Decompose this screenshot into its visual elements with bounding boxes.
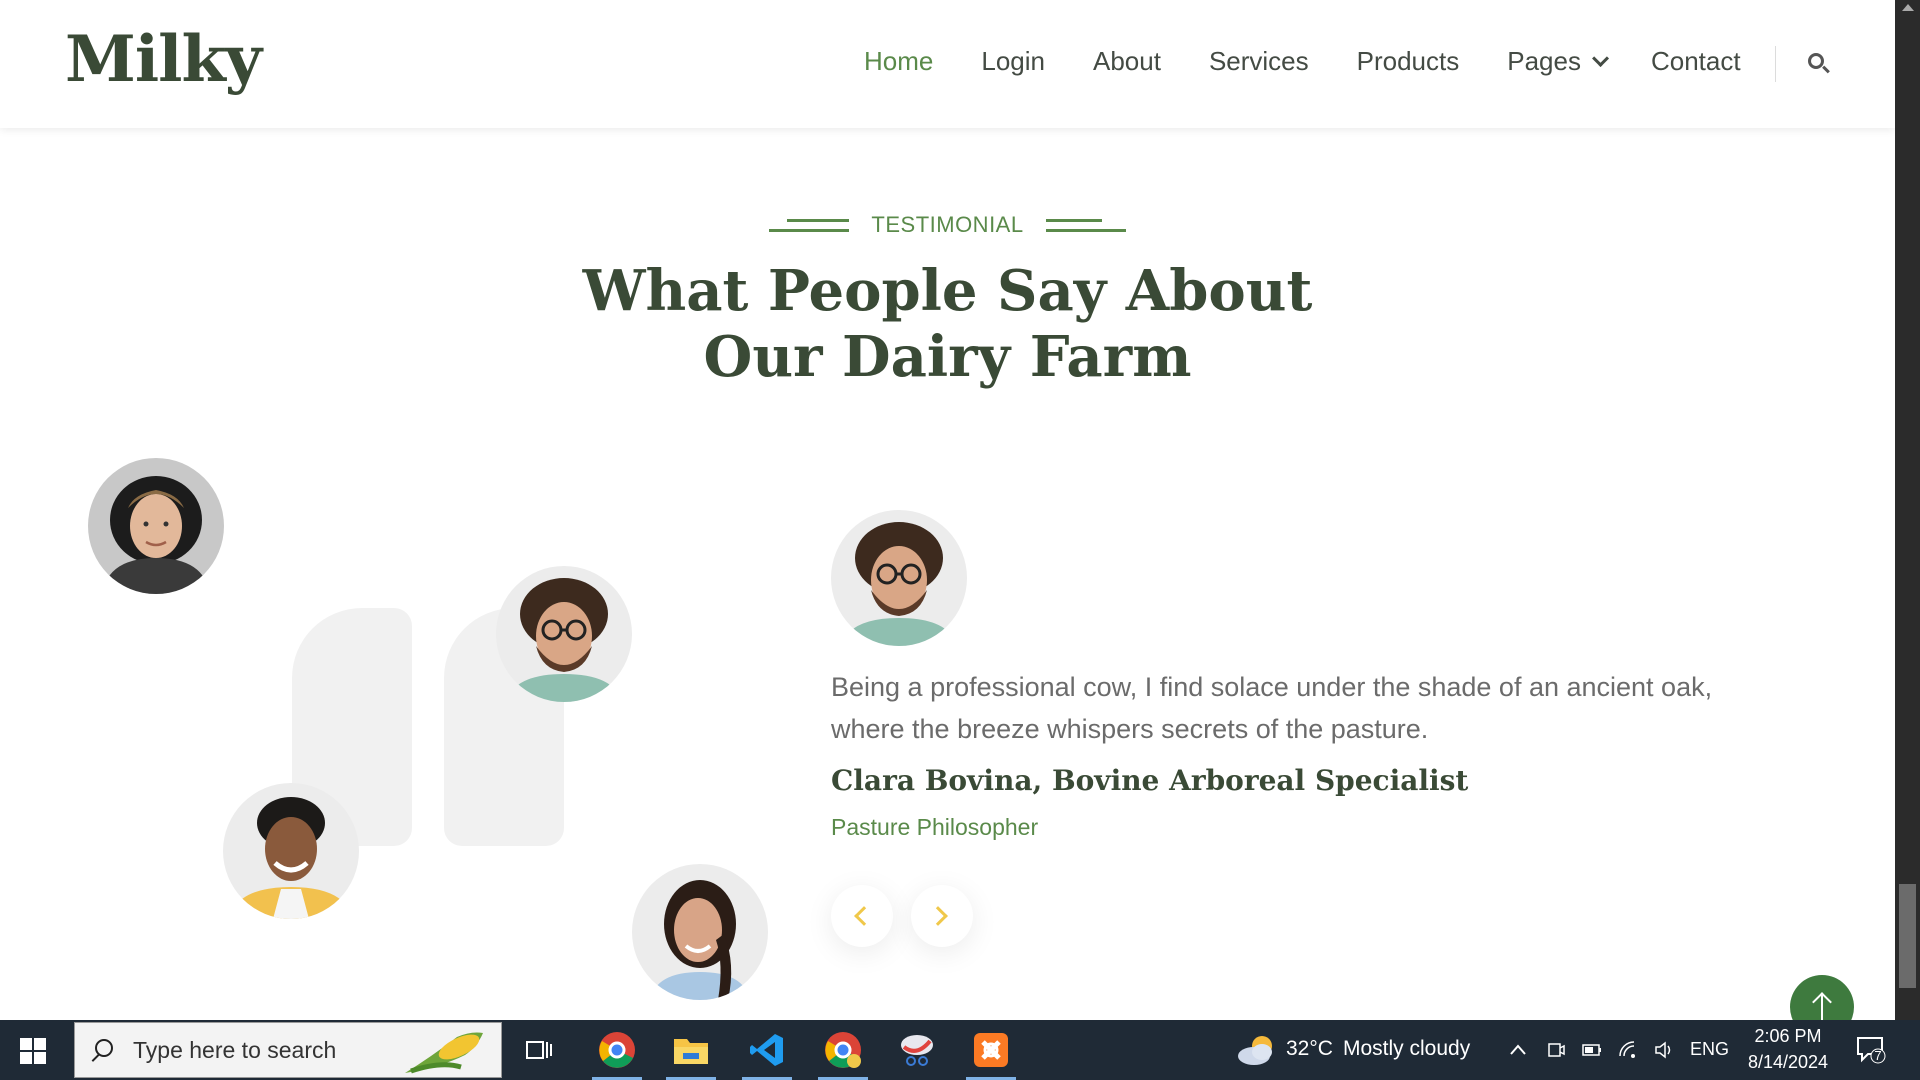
section-heading-line1: What People Say About — [582, 258, 1313, 324]
testimonial-quote: Being a professional cow, I find solace … — [831, 672, 1713, 744]
site-logo[interactable]: Milky — [65, 22, 262, 97]
testimonial-author-role: Pasture Philosopher — [831, 814, 1039, 840]
taskbar-search-placeholder: Type here to search — [133, 1037, 337, 1063]
nav-pages-label: Pages — [1507, 46, 1581, 76]
xampp-icon[interactable] — [962, 1026, 1020, 1080]
avatar-young-man[interactable] — [88, 458, 224, 594]
section-subtitle: TESTIMONIAL — [871, 212, 1024, 237]
decorative-lines-left — [769, 215, 850, 235]
wifi-icon[interactable] — [1618, 1040, 1638, 1060]
avatar-smiling-woman[interactable] — [223, 783, 359, 919]
back-to-top-button[interactable] — [1790, 975, 1854, 1020]
chrome-canary-icon[interactable] — [814, 1026, 872, 1080]
nav-pages[interactable]: Pages — [1507, 46, 1610, 77]
windows-start-button[interactable] — [20, 1038, 46, 1064]
chevron-right-icon — [928, 906, 948, 926]
page-scrollbar[interactable] — [1895, 0, 1920, 1020]
nav-contact[interactable]: Contact — [1651, 46, 1741, 77]
browser-viewport: Milky Home Login About Services Products… — [0, 0, 1895, 1020]
nav-login[interactable]: Login — [981, 46, 1045, 77]
notification-count-badge: 7 — [1874, 1048, 1882, 1063]
meet-now-icon[interactable] — [1546, 1040, 1566, 1060]
vscode-icon[interactable] — [738, 1026, 796, 1080]
windows-taskbar: Type here to search 32°C Mostly cloudy E… — [0, 1020, 1920, 1080]
section-subtitle-wrap: TESTIMONIAL — [0, 212, 1895, 240]
search-icon[interactable] — [1805, 50, 1833, 78]
chevron-left-icon — [854, 906, 874, 926]
avatar-woman-braid[interactable] — [632, 864, 768, 1000]
main-nav: Home Login About Services Products Pages… — [864, 46, 1789, 77]
cloudy-weather-icon[interactable] — [1236, 1034, 1278, 1066]
testimonial-author-name: Clara Bovina, Bovine Arboreal Specialist — [831, 764, 1469, 797]
carousel-prev-button[interactable] — [831, 885, 893, 947]
nav-products[interactable]: Products — [1357, 46, 1460, 77]
section-heading: What People Say About Our Dairy Farm — [0, 258, 1895, 390]
chrome-profile-icon[interactable] — [588, 1026, 646, 1080]
avatar-curly-man[interactable] — [496, 566, 632, 702]
taskbar-search-box[interactable]: Type here to search — [74, 1022, 502, 1078]
volume-icon[interactable] — [1654, 1040, 1674, 1060]
weather-temperature[interactable]: 32°C — [1286, 1037, 1333, 1061]
site-header: Milky Home Login About Services Products… — [0, 0, 1895, 128]
weather-description[interactable]: Mostly cloudy — [1343, 1037, 1470, 1061]
nav-home[interactable]: Home — [864, 46, 933, 77]
clock-date[interactable]: 8/14/2024 — [1742, 1052, 1834, 1073]
file-explorer-icon[interactable] — [662, 1026, 720, 1080]
chevron-down-icon — [1592, 49, 1610, 67]
search-icon — [95, 1039, 113, 1057]
task-view-icon[interactable] — [510, 1026, 568, 1074]
nav-services[interactable]: Services — [1209, 46, 1309, 77]
carousel-next-button[interactable] — [911, 885, 973, 947]
scroll-up-arrow-icon[interactable] — [1902, 4, 1914, 11]
nav-divider — [1775, 46, 1776, 82]
clock-time[interactable]: 2:06 PM — [1742, 1026, 1834, 1047]
corn-icon — [405, 1032, 483, 1074]
nav-about[interactable]: About — [1093, 46, 1161, 77]
snipping-tool-icon[interactable] — [888, 1026, 946, 1074]
section-heading-line2: Our Dairy Farm — [703, 324, 1192, 390]
decorative-lines-right — [1045, 215, 1126, 235]
testimonial-avatar — [831, 510, 967, 646]
scrollbar-thumb[interactable] — [1899, 884, 1916, 988]
chevron-up-icon[interactable] — [1508, 1040, 1528, 1060]
battery-icon[interactable] — [1582, 1040, 1602, 1060]
language-indicator[interactable]: ENG — [1690, 1039, 1729, 1060]
